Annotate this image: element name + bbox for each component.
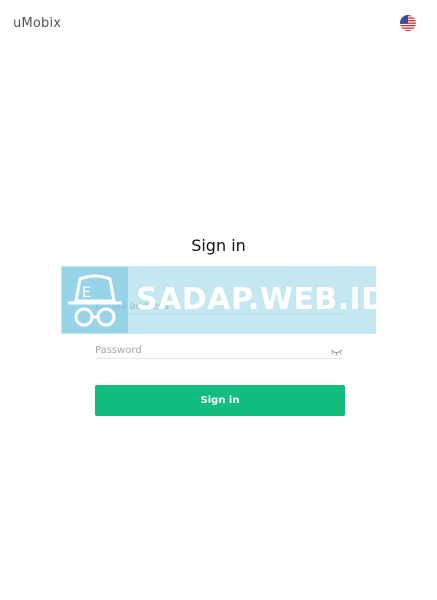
password-field[interactable] — [95, 340, 345, 361]
email-field-wrapper — [95, 294, 345, 317]
page-title: Sign in — [191, 236, 246, 255]
us-flag-icon — [400, 15, 416, 31]
email-field[interactable] — [95, 296, 345, 317]
brand-logo-text: uMobix — [13, 16, 62, 31]
password-field-wrapper — [95, 338, 345, 361]
toggle-password-visibility[interactable] — [330, 342, 343, 356]
eye-hidden-icon — [330, 349, 343, 356]
sign-in-button[interactable]: Sign in — [95, 385, 345, 416]
svg-text:E: E — [82, 285, 91, 301]
language-selector[interactable] — [400, 15, 416, 31]
